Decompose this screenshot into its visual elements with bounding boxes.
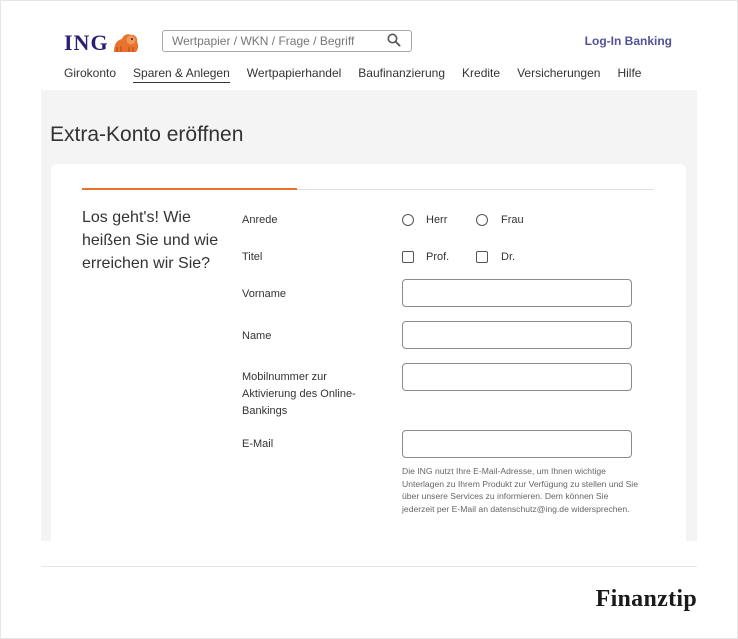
checkbox-dr[interactable] xyxy=(476,251,488,263)
search-icon[interactable] xyxy=(387,33,401,47)
footer-divider xyxy=(41,566,697,567)
search-box xyxy=(162,30,412,52)
vorname-input[interactable] xyxy=(402,279,632,307)
checkbox-dr-label[interactable]: Dr. xyxy=(501,251,515,263)
login-banking-link[interactable]: Log-In Banking xyxy=(585,34,672,48)
mobilnummer-input[interactable] xyxy=(402,363,632,391)
finanztip-logo: Finanztip xyxy=(595,586,697,612)
radio-herr[interactable] xyxy=(402,214,414,226)
anrede-label: Anrede xyxy=(242,214,278,226)
nav-item-wertpapierhandel[interactable]: Wertpapierhandel xyxy=(247,66,342,83)
ing-logo[interactable]: ING xyxy=(64,30,141,56)
progress-bar-fill xyxy=(82,188,297,190)
nav-item-sparen-anlegen[interactable]: Sparen & Anlegen xyxy=(133,66,230,83)
email-input[interactable] xyxy=(402,430,632,458)
page-title: Extra-Konto eröffnen xyxy=(50,123,244,146)
search-input[interactable] xyxy=(172,33,372,49)
radio-frau[interactable] xyxy=(476,214,488,226)
nav-item-hilfe[interactable]: Hilfe xyxy=(617,66,641,83)
radio-frau-label[interactable]: Frau xyxy=(501,214,524,226)
ing-logo-text: ING xyxy=(64,30,109,55)
radio-herr-label[interactable]: Herr xyxy=(426,214,447,226)
checkbox-prof-label[interactable]: Prof. xyxy=(426,251,449,263)
main-nav: Girokonto Sparen & Anlegen Wertpapierhan… xyxy=(64,66,658,83)
checkbox-prof[interactable] xyxy=(402,251,414,263)
titel-label: Titel xyxy=(242,251,263,263)
email-label: E-Mail xyxy=(242,438,274,450)
vorname-label: Vorname xyxy=(242,288,287,300)
progress-bar xyxy=(82,188,654,190)
nav-item-kredite[interactable]: Kredite xyxy=(462,66,500,83)
nav-item-versicherungen[interactable]: Versicherungen xyxy=(517,66,600,83)
form-card: Los geht's! Wie heißen Sie und wie errei… xyxy=(51,164,686,541)
name-input[interactable] xyxy=(402,321,632,349)
lion-logo-icon xyxy=(113,34,138,52)
nav-item-girokonto[interactable]: Girokonto xyxy=(64,66,116,83)
form-intro-heading: Los geht's! Wie heißen Sie und wie errei… xyxy=(82,209,219,272)
mobilnummer-label: Mobilnummer zur Aktivierung des Online-B… xyxy=(242,371,356,417)
nav-item-baufinanzierung[interactable]: Baufinanzierung xyxy=(358,66,445,83)
name-label: Name xyxy=(242,330,272,342)
email-privacy-hint: Die ING nutzt Ihre E-Mail-Adresse, um Ih… xyxy=(402,466,638,514)
